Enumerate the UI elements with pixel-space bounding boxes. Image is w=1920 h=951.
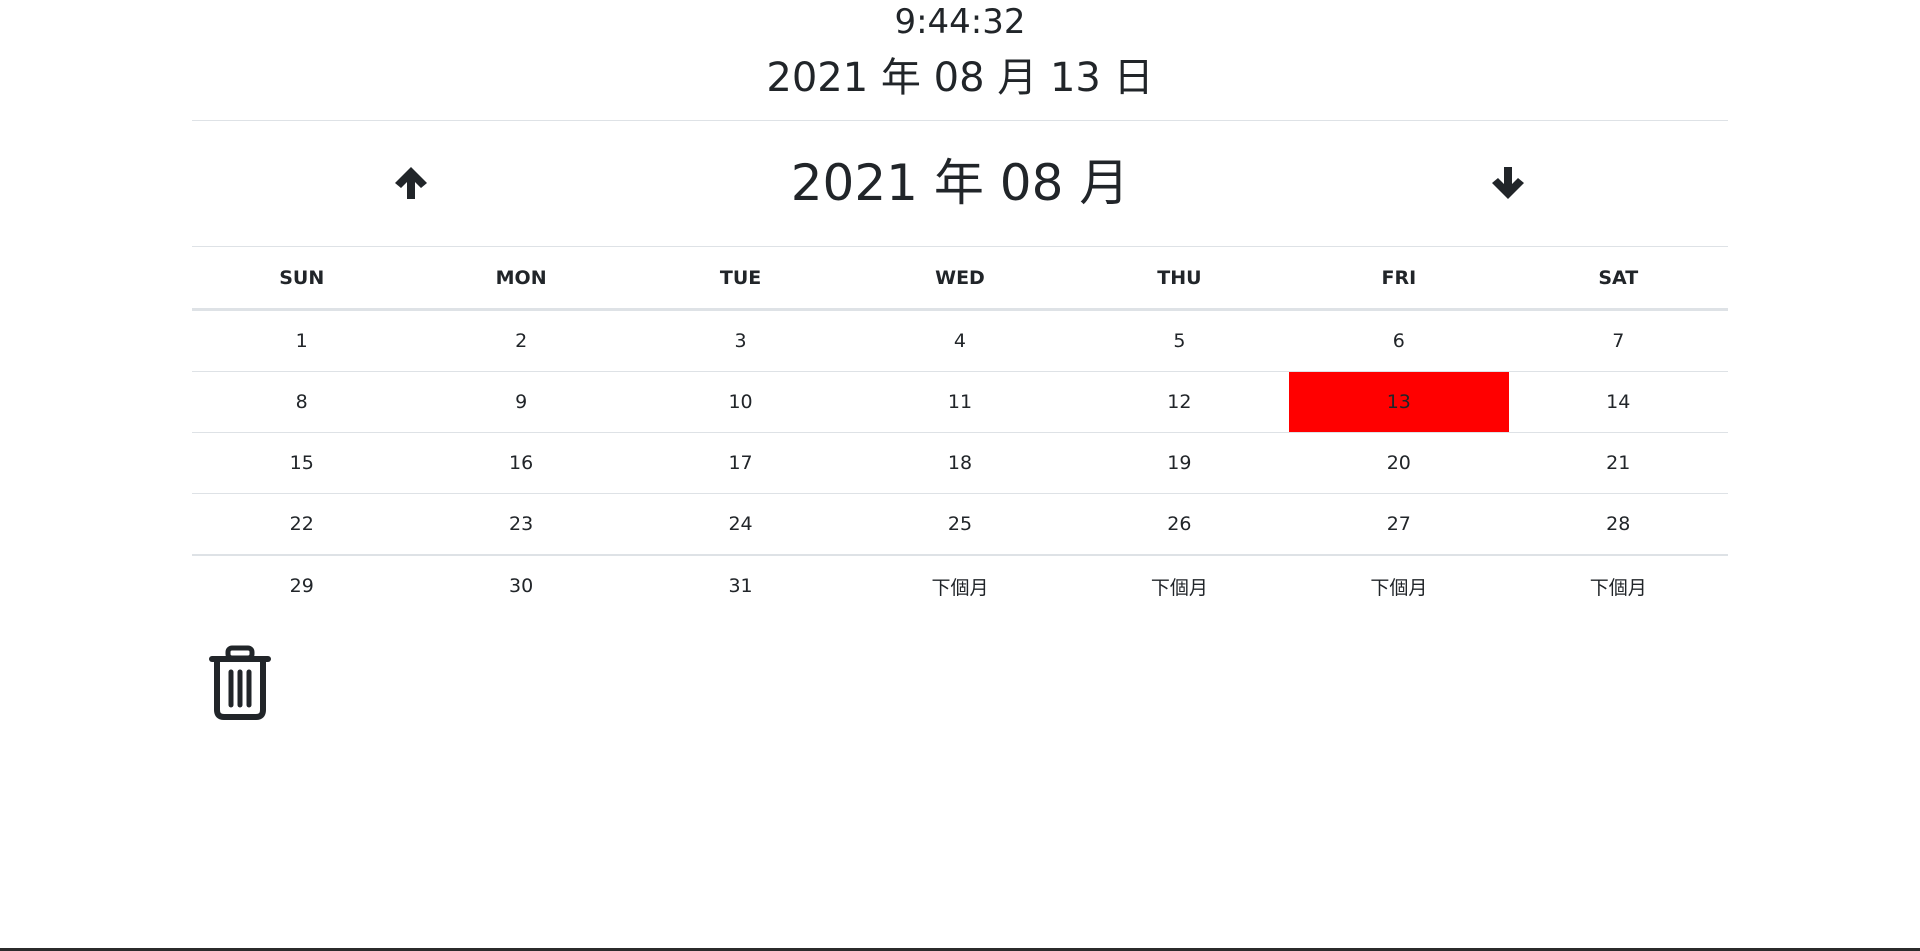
next-month-cell[interactable]: 下個月 xyxy=(1289,554,1509,616)
week-row: 8 9 10 11 12 13 14 xyxy=(192,371,1728,433)
day-cell[interactable]: 9 xyxy=(411,371,631,433)
day-cell[interactable]: 25 xyxy=(850,493,1070,556)
weekday-sat: SAT xyxy=(1508,246,1728,311)
weekday-wed: WED xyxy=(850,246,1070,311)
day-cell[interactable]: 17 xyxy=(630,432,851,494)
day-cell[interactable]: 18 xyxy=(850,432,1070,494)
day-cell[interactable]: 19 xyxy=(1069,432,1290,494)
month-navigation: 2021 年 08 月 xyxy=(192,121,1728,246)
week-row: 29 30 31 下個月 下個月 下個月 下個月 xyxy=(192,554,1728,616)
weekday-tue: TUE xyxy=(630,246,851,311)
arrow-down-icon xyxy=(1492,167,1524,199)
weekday-header-row: SUN MON TUE WED THU FRI SAT xyxy=(192,246,1728,311)
day-cell[interactable]: 14 xyxy=(1508,371,1728,433)
day-cell[interactable]: 26 xyxy=(1069,493,1290,556)
weekday-thu: THU xyxy=(1069,246,1290,311)
week-row: 15 16 17 18 19 20 21 xyxy=(192,432,1728,494)
next-month-cell[interactable]: 下個月 xyxy=(850,554,1070,616)
calendar-container: 2021 年 08 月 SUN MON TUE WED THU FRI SAT … xyxy=(192,120,1728,720)
day-cell[interactable]: 5 xyxy=(1069,309,1290,372)
day-cell[interactable]: 11 xyxy=(850,371,1070,433)
day-cell[interactable]: 29 xyxy=(192,554,412,616)
current-time: 9:44:32 xyxy=(894,2,1026,42)
weekday-sun: SUN xyxy=(192,246,412,311)
day-cell[interactable]: 20 xyxy=(1289,432,1509,494)
day-cell[interactable]: 27 xyxy=(1289,493,1509,556)
day-cell[interactable]: 22 xyxy=(192,493,412,556)
next-month-button[interactable] xyxy=(1486,161,1530,205)
day-cell[interactable]: 23 xyxy=(411,493,631,556)
day-cell[interactable]: 15 xyxy=(192,432,412,494)
day-cell[interactable]: 21 xyxy=(1508,432,1728,494)
day-cell[interactable]: 4 xyxy=(850,309,1070,372)
day-cell[interactable]: 12 xyxy=(1069,371,1290,433)
day-cell[interactable]: 16 xyxy=(411,432,631,494)
day-cell[interactable]: 10 xyxy=(630,371,851,433)
calendar-table: SUN MON TUE WED THU FRI SAT 1 2 3 4 5 6 … xyxy=(192,246,1728,616)
day-cell[interactable]: 6 xyxy=(1289,309,1509,372)
next-month-cell[interactable]: 下個月 xyxy=(1508,554,1728,616)
day-cell[interactable]: 1 xyxy=(192,309,412,372)
next-month-cell[interactable]: 下個月 xyxy=(1069,554,1290,616)
weekday-fri: FRI xyxy=(1289,246,1509,311)
day-cell[interactable]: 8 xyxy=(192,371,412,433)
weekday-mon: MON xyxy=(411,246,631,311)
today-cell[interactable]: 13 xyxy=(1289,371,1509,433)
day-cell[interactable]: 31 xyxy=(630,554,851,616)
week-row: 22 23 24 25 26 27 28 xyxy=(192,493,1728,556)
day-cell[interactable]: 28 xyxy=(1508,493,1728,556)
day-cell[interactable]: 24 xyxy=(630,493,851,556)
day-cell[interactable]: 3 xyxy=(630,309,851,372)
delete-button[interactable] xyxy=(204,644,276,722)
current-date: 2021 年 08 月 13 日 xyxy=(766,55,1154,101)
day-cell[interactable]: 2 xyxy=(411,309,631,372)
trash-icon xyxy=(209,645,271,720)
week-row: 1 2 3 4 5 6 7 xyxy=(192,309,1728,372)
day-cell[interactable]: 30 xyxy=(411,554,631,616)
day-cell[interactable]: 7 xyxy=(1508,309,1728,372)
